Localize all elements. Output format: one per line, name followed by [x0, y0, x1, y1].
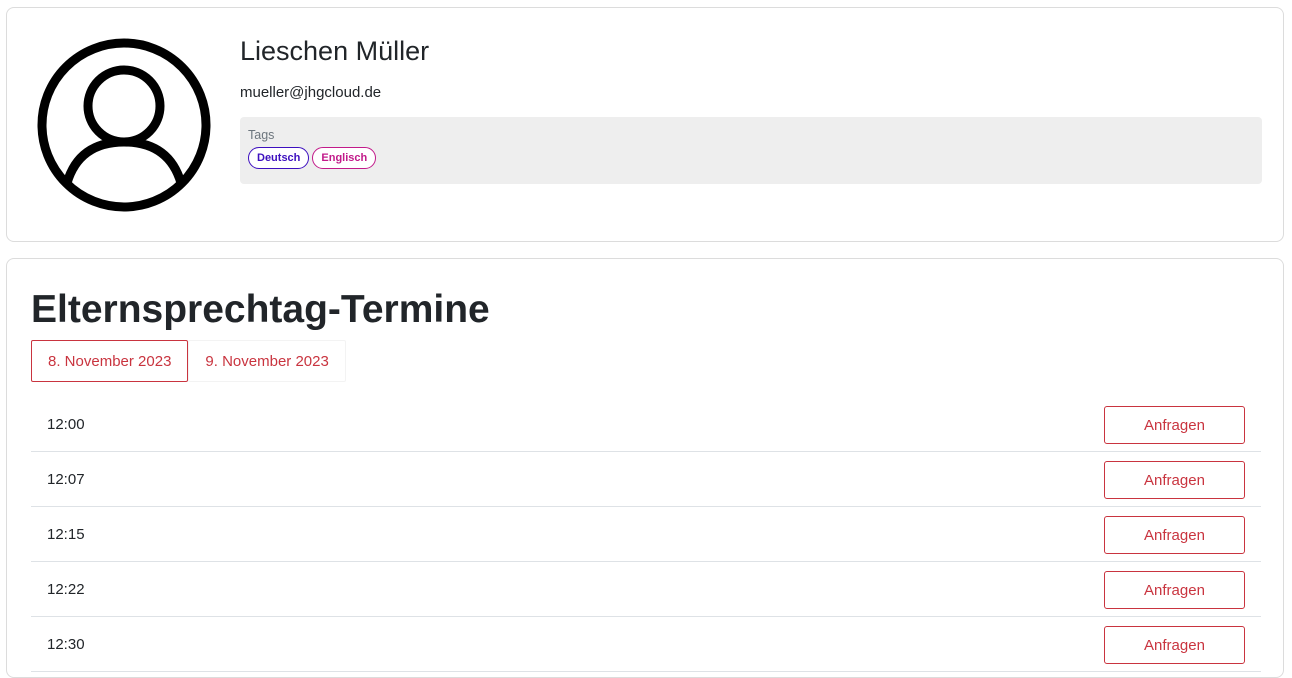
slot-time: 12:07 [47, 471, 85, 488]
tags-list: Deutsch Englisch [248, 147, 1254, 169]
tag-badge: Englisch [312, 147, 377, 169]
appointments-card: Elternsprechtag-Termine 8. November 2023… [6, 258, 1284, 678]
tags-label: Tags [248, 128, 275, 142]
slot-row: 12:07 Anfragen [31, 452, 1261, 507]
tag-badge: Deutsch [248, 147, 310, 169]
request-button[interactable]: Anfragen [1104, 571, 1245, 609]
tab-date-active[interactable]: 8. November 2023 [31, 340, 189, 382]
date-tabs: 8. November 2023 9. November 2023 [31, 340, 346, 382]
request-button[interactable]: Anfragen [1104, 406, 1245, 444]
slot-time: 12:00 [47, 416, 85, 433]
tags-box: Tags Deutsch Englisch [240, 117, 1262, 184]
slot-time: 12:15 [47, 526, 85, 543]
profile-card: Lieschen Müller mueller@jhgcloud.de Tags… [6, 7, 1284, 242]
user-avatar-icon [37, 38, 211, 212]
request-button[interactable]: Anfragen [1104, 461, 1245, 499]
slot-row: 12:22 Anfragen [31, 562, 1261, 617]
slot-list: 12:00 Anfragen 12:07 Anfragen 12:15 Anfr… [31, 397, 1261, 672]
slot-time: 12:30 [47, 636, 85, 653]
tab-date[interactable]: 9. November 2023 [188, 340, 346, 382]
slot-row: 12:30 Anfragen [31, 617, 1261, 672]
profile-email: mueller@jhgcloud.de [240, 84, 382, 101]
request-button[interactable]: Anfragen [1104, 516, 1245, 554]
profile-info: Lieschen Müller mueller@jhgcloud.de Tags… [240, 33, 1262, 184]
page-title: Elternsprechtag-Termine [31, 288, 490, 331]
profile-name: Lieschen Müller [240, 36, 430, 66]
slot-row: 12:00 Anfragen [31, 397, 1261, 452]
slot-time: 12:22 [47, 581, 85, 598]
slot-row: 12:15 Anfragen [31, 507, 1261, 562]
request-button[interactable]: Anfragen [1104, 626, 1245, 664]
